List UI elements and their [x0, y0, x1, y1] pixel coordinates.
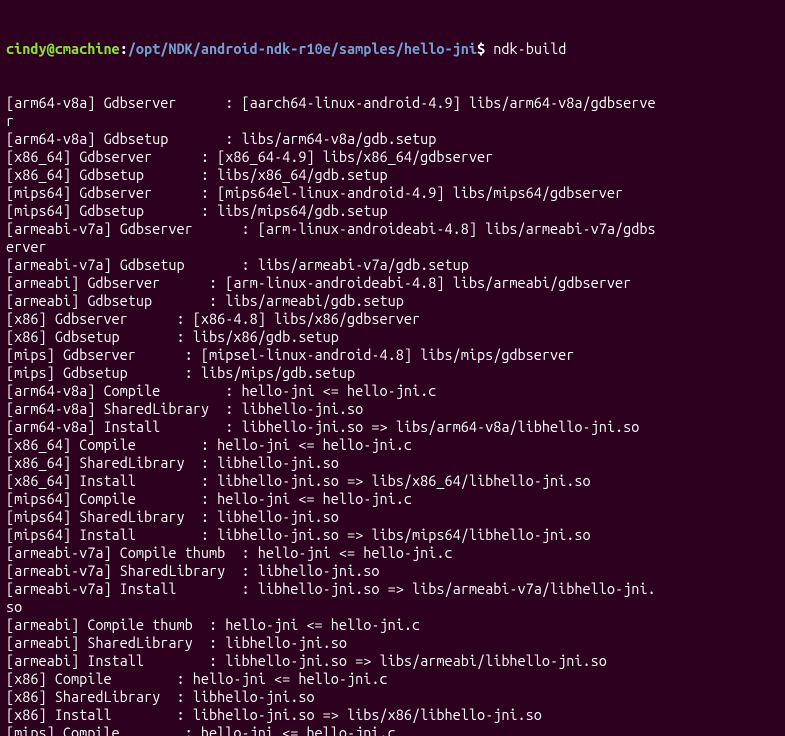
output-line: [armeabi-v7a] Gdbsetup : libs/armeabi-v7…: [6, 256, 779, 274]
output-line: [mips64] Gdbserver : [mips64el-linux-and…: [6, 184, 779, 202]
output-line: [armeabi-v7a] Gdbserver : [arm-linux-and…: [6, 220, 779, 238]
output-line: [x86] SharedLibrary : libhello-jni.so: [6, 688, 779, 706]
output-line: [x86] Install : libhello-jni.so => libs/…: [6, 706, 779, 724]
output-line: [x86_64] Compile : hello-jni <= hello-jn…: [6, 436, 779, 454]
command-text: ndk-build: [493, 40, 566, 57]
output-line: [arm64-v8a] Compile : hello-jni <= hello…: [6, 382, 779, 400]
output-line: [armeabi] Compile thumb : hello-jni <= h…: [6, 616, 779, 634]
output-line: [x86] Gdbserver : [x86-4.8] libs/x86/gdb…: [6, 310, 779, 328]
terminal-output: [arm64-v8a] Gdbserver : [aarch64-linux-a…: [6, 94, 779, 736]
prompt-suffix: $: [477, 40, 485, 57]
output-line: [armeabi] Install : libhello-jni.so => l…: [6, 652, 779, 670]
output-line: [armeabi-v7a] SharedLibrary : libhello-j…: [6, 562, 779, 580]
output-line: r: [6, 112, 779, 130]
output-line: [armeabi] SharedLibrary : libhello-jni.s…: [6, 634, 779, 652]
output-line: [armeabi] Gdbsetup : libs/armeabi/gdb.se…: [6, 292, 779, 310]
terminal-window[interactable]: cindy@cmachine:/opt/NDK/android-ndk-r10e…: [0, 0, 785, 736]
output-line: [arm64-v8a] Gdbsetup : libs/arm64-v8a/gd…: [6, 130, 779, 148]
output-line: [mips64] Compile : hello-jni <= hello-jn…: [6, 490, 779, 508]
output-line: [x86] Gdbsetup : libs/x86/gdb.setup: [6, 328, 779, 346]
output-line: erver: [6, 238, 779, 256]
output-line: so: [6, 598, 779, 616]
output-line: [armeabi-v7a] Compile thumb : hello-jni …: [6, 544, 779, 562]
output-line: [x86_64] Gdbsetup : libs/x86_64/gdb.setu…: [6, 166, 779, 184]
output-line: [mips64] SharedLibrary : libhello-jni.so: [6, 508, 779, 526]
output-line: [x86_64] Gdbserver : [x86_64-4.9] libs/x…: [6, 148, 779, 166]
output-line: [x86_64] SharedLibrary : libhello-jni.so: [6, 454, 779, 472]
output-line: [mips64] Gdbsetup : libs/mips64/gdb.setu…: [6, 202, 779, 220]
command-line: cindy@cmachine:/opt/NDK/android-ndk-r10e…: [6, 40, 779, 58]
prompt-path: /opt/NDK/android-ndk-r10e/samples/hello-…: [128, 40, 477, 57]
prompt-user-host: cindy@cmachine: [6, 40, 120, 57]
output-line: [mips] Gdbsetup : libs/mips/gdb.setup: [6, 364, 779, 382]
output-line: [arm64-v8a] Install : libhello-jni.so =>…: [6, 418, 779, 436]
output-line: [arm64-v8a] SharedLibrary : libhello-jni…: [6, 400, 779, 418]
prompt-colon: :: [120, 40, 128, 57]
output-line: [mips64] Install : libhello-jni.so => li…: [6, 526, 779, 544]
output-line: [mips] Gdbserver : [mipsel-linux-android…: [6, 346, 779, 364]
output-line: [armeabi-v7a] Install : libhello-jni.so …: [6, 580, 779, 598]
output-line: [x86_64] Install : libhello-jni.so => li…: [6, 472, 779, 490]
output-line: [arm64-v8a] Gdbserver : [aarch64-linux-a…: [6, 94, 779, 112]
output-line: [mips] Compile : hello-jni <= hello-jni.…: [6, 724, 779, 736]
output-line: [armeabi] Gdbserver : [arm-linux-android…: [6, 274, 779, 292]
output-line: [x86] Compile : hello-jni <= hello-jni.c: [6, 670, 779, 688]
